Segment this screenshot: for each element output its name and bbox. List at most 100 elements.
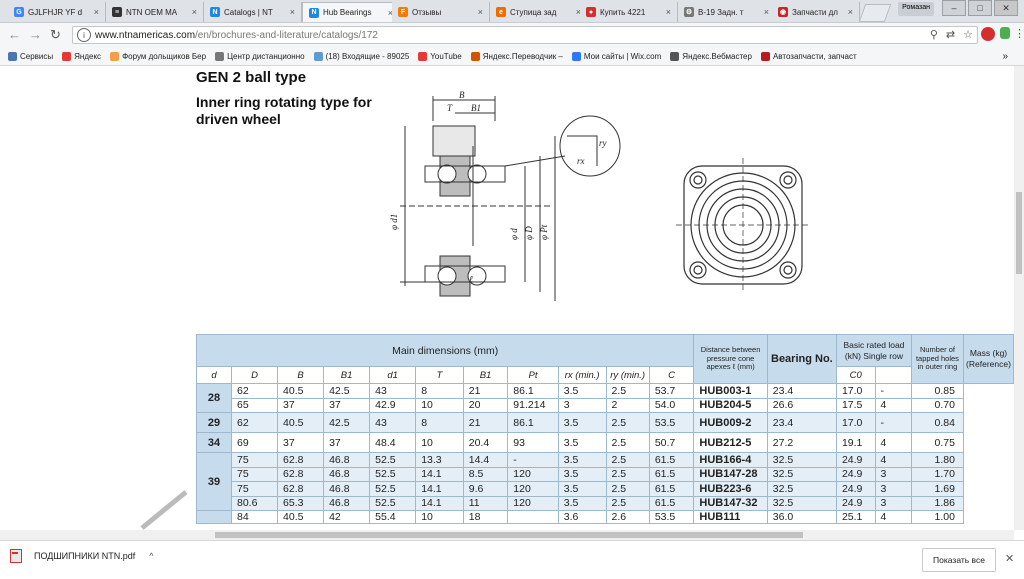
forward-arrow-icon[interactable]: → (29, 27, 42, 42)
e-brand-icon: e (496, 7, 506, 17)
address-bar[interactable]: i www.ntnamericas.com/en/brochures-and-l… (72, 26, 978, 44)
tab-1[interactable]: G GJLFHJR YF d × (8, 2, 106, 22)
tab-close-icon[interactable]: × (848, 7, 853, 17)
table-cell: 91.214 (507, 397, 559, 413)
translate-icon[interactable]: ⇄ (946, 28, 955, 41)
tab-6[interactable]: e Ступица зад × (490, 2, 588, 22)
bookmark-favicon-icon (571, 51, 581, 61)
user-profile-badge[interactable]: Ромазан (898, 2, 934, 16)
table-cell: 62 (230, 412, 279, 433)
table-cell: 32.5 (766, 452, 837, 468)
extension-icon[interactable] (1000, 27, 1010, 39)
table-cell: 1.69 (910, 481, 964, 497)
tab-close-icon[interactable]: × (290, 7, 295, 17)
chevron-up-icon[interactable]: ^ (149, 551, 153, 561)
reload-icon[interactable]: ↻ (50, 27, 61, 43)
table-cell: 37 (277, 432, 325, 453)
table-cell: 14.1 (415, 481, 464, 497)
bookmark-favicon-icon (470, 51, 480, 61)
table-cell: 62 (230, 383, 279, 399)
bookmark-item[interactable]: (18) Входящие - 89025 (313, 51, 409, 61)
column-header: d1 (369, 366, 417, 384)
bookmark-favicon-icon (62, 51, 72, 61)
table-cell: 75 (230, 481, 279, 497)
table-cell: 93 (507, 432, 559, 453)
bookmark-item[interactable]: Яндекс (62, 51, 102, 61)
table-cell: 3.6 (557, 510, 607, 524)
table-cell: 32.5 (766, 481, 837, 497)
table-cell: 3 (874, 495, 912, 511)
tab-8[interactable]: ⚙ В-19 Задн. т × (678, 2, 776, 22)
table-cell: 2.5 (605, 481, 650, 497)
table-cell: 42 (323, 510, 371, 524)
n-brand-icon: N (210, 7, 220, 17)
tab-close-icon[interactable]: × (192, 7, 197, 17)
bookmark-item[interactable]: Яндекс.Переводчик – (470, 51, 563, 61)
table-cell: 52.5 (369, 452, 417, 468)
tab-5[interactable]: F Отзывы × (392, 2, 490, 22)
tab-close-icon[interactable]: × (94, 7, 99, 17)
table-cell: 3 (557, 397, 607, 413)
bookmark-item[interactable]: Яндекс.Вебмастер (670, 51, 752, 61)
table-cell: 52.5 (369, 495, 417, 511)
table-cell: 46.8 (323, 481, 371, 497)
bookmark-item[interactable]: Автозапчасти, запчаст (760, 51, 857, 61)
pdf-file-icon (10, 549, 22, 563)
label-l: ℓ (469, 274, 473, 284)
tab-3[interactable]: N Catalogs | NT × (204, 2, 302, 22)
table-cell: 1.80 (910, 452, 964, 468)
table-cell: 62.8 (277, 481, 325, 497)
zoom-icon[interactable]: ⚲ (930, 28, 938, 41)
maximize-button[interactable]: □ (968, 0, 992, 16)
horizontal-scrollbar[interactable] (0, 530, 1014, 540)
bookmark-item[interactable]: YouTube (418, 51, 462, 61)
bookmark-item[interactable]: Центр дистанционно (215, 51, 305, 61)
tab-4[interactable]: N Hub Bearings × (302, 2, 400, 22)
table-cell: - (507, 452, 559, 468)
table-cell: 2.6 (605, 510, 650, 524)
info-icon[interactable]: i (77, 28, 91, 42)
minimize-button[interactable]: – (942, 0, 966, 16)
page-viewport: GEN 2 ball type Inner ring rotating type… (0, 66, 1014, 530)
horizontal-scroll-thumb[interactable] (215, 532, 803, 538)
new-tab-button[interactable] (858, 4, 892, 22)
adblock-extension-icon[interactable] (981, 27, 995, 41)
tab-2[interactable]: ≡ NTN OEM MA × (106, 2, 204, 22)
download-item[interactable]: ПОДШИПНИКИ NTN.pdf ^ (10, 549, 153, 563)
back-arrow-icon[interactable]: ← (8, 27, 21, 42)
column-header: B (277, 366, 325, 384)
table-cell: 17.0 (835, 412, 876, 433)
distance-header: Distance between pressure cone apexes ℓ … (693, 334, 768, 384)
show-all-downloads-button[interactable]: Показать все (922, 548, 996, 572)
table-cell: 4 (874, 397, 912, 413)
bookmark-item[interactable]: Форум дольщиков Бер (110, 51, 206, 61)
mass-header: Mass (kg) (Reference) (962, 334, 1014, 384)
bookmark-label: Яндекс (74, 51, 102, 61)
menu-kebab-icon[interactable]: ⋮ (1014, 27, 1024, 40)
main-dimensions-header: Main dimensions (mm) (195, 334, 695, 367)
bookmark-favicon-icon (8, 51, 17, 61)
table-cell: 9.6 (462, 481, 509, 497)
tab-close-icon[interactable]: × (764, 7, 769, 17)
table-cell: 10 (415, 397, 464, 413)
tab-9[interactable]: ◉ Запчасти дл × (772, 2, 860, 22)
table-cell: 61.5 (648, 452, 695, 468)
table-cell: 8 (415, 412, 464, 433)
tab-close-icon[interactable]: × (478, 7, 483, 17)
bookmark-star-icon[interactable]: ☆ (963, 28, 973, 41)
table-cell: 32.5 (766, 495, 837, 511)
close-icon[interactable]: ✕ (1005, 552, 1014, 565)
bookmark-item[interactable]: Сервисы (8, 51, 54, 61)
tab-close-icon[interactable]: × (666, 7, 671, 17)
tab-7[interactable]: ● Купить 4221 × (580, 2, 678, 22)
label-D: φ D (524, 226, 534, 240)
bookmark-label: YouTube (430, 51, 462, 61)
close-window-button[interactable]: ✕ (994, 0, 1018, 16)
bookmark-label: Сервисы (20, 51, 54, 61)
table-cell: 21 (462, 383, 509, 399)
bookmark-item[interactable]: Мои сайты | Wix.com (571, 51, 661, 61)
bookmarks-overflow-icon[interactable]: » (1002, 51, 1008, 62)
vertical-scrollbar[interactable] (1014, 66, 1024, 530)
table-cell: 40.5 (277, 510, 325, 524)
vertical-scroll-thumb[interactable] (1016, 192, 1022, 274)
